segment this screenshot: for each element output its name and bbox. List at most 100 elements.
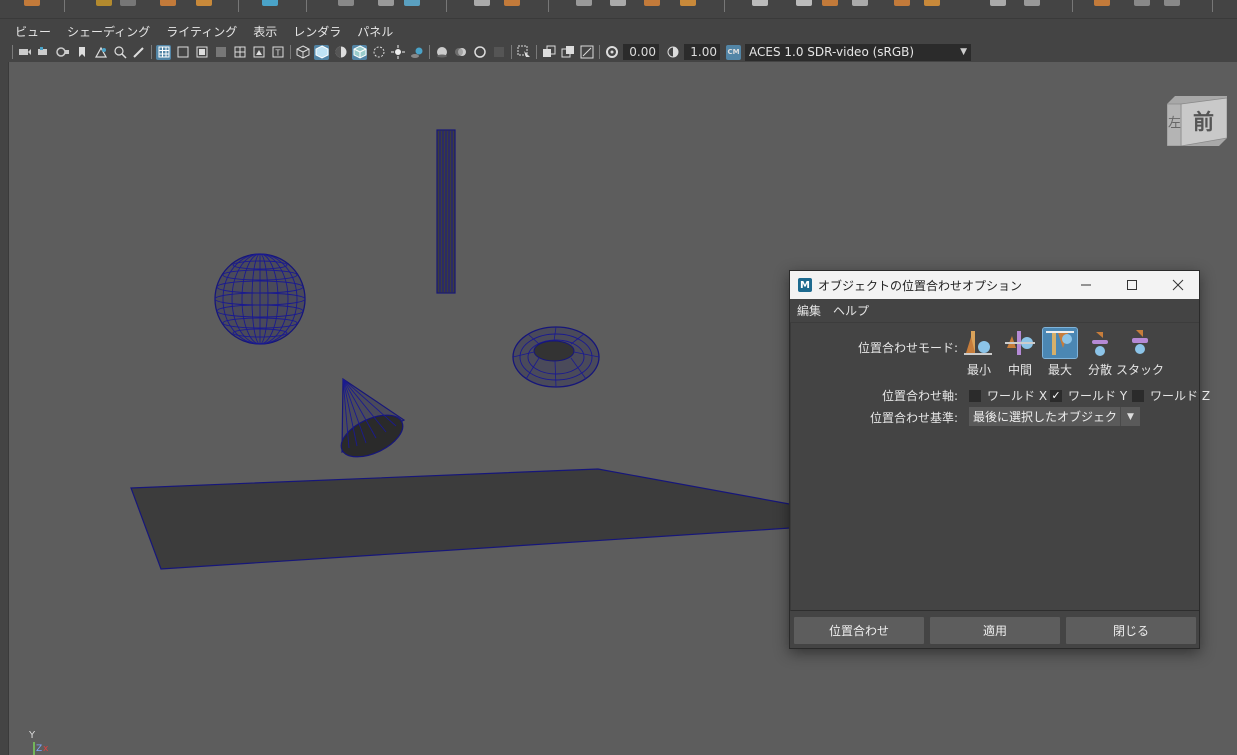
world-z-checkbox-box[interactable]	[1132, 389, 1144, 402]
world-y-checkbox[interactable]: ✓ ワールド Y	[1050, 387, 1127, 404]
shelf-icon[interactable]	[644, 0, 660, 6]
world-x-checkbox-box[interactable]	[969, 389, 981, 402]
shelf-icon[interactable]	[924, 0, 940, 6]
viewcube-left-label[interactable]: 左	[1168, 112, 1181, 131]
gate-mask-icon[interactable]	[213, 45, 228, 60]
shadows-icon[interactable]	[409, 45, 424, 60]
gamma-icon[interactable]	[665, 45, 680, 60]
resolution-gate-icon[interactable]	[194, 45, 209, 60]
camera-attributes-icon[interactable]	[36, 45, 51, 60]
exposure-field[interactable]	[623, 44, 659, 60]
shelf-icon[interactable]	[990, 0, 1006, 6]
use-all-lights-icon[interactable]	[390, 45, 405, 60]
image-plane-icon[interactable]	[93, 45, 108, 60]
exposure-icon[interactable]	[604, 45, 619, 60]
shelf-icon[interactable]	[1024, 0, 1040, 6]
camera-select-icon[interactable]	[17, 45, 32, 60]
bookmark-icon[interactable]	[74, 45, 89, 60]
menu-edit[interactable]: 編集	[797, 302, 821, 319]
smooth-shade-icon[interactable]	[314, 44, 329, 60]
align-mode-stack[interactable]: スタック	[1116, 328, 1164, 378]
shelf-icon[interactable]	[1094, 0, 1110, 6]
screen-space-ao-icon[interactable]	[434, 45, 449, 60]
align-to-dropdown[interactable]: 最後に選択したオブジェクト ▼	[969, 407, 1140, 426]
shelf-icon[interactable]	[262, 0, 278, 6]
color-management-icon[interactable]: CM	[726, 44, 741, 60]
shelf-icon[interactable]	[504, 0, 520, 6]
shelf-icon[interactable]	[96, 0, 112, 6]
close-icon	[1172, 279, 1184, 291]
world-y-checkbox-box[interactable]: ✓	[1050, 389, 1062, 402]
shelf-icon[interactable]	[338, 0, 354, 6]
shelf-separator	[446, 0, 447, 12]
close-button[interactable]	[1155, 271, 1201, 299]
film-gate-icon[interactable]	[175, 45, 190, 60]
dialog-body: 位置合わせモード: 最小 中間 最大 分散 スタック 位置合わせ軸: ワールド …	[790, 323, 1210, 611]
viewcube-front-label[interactable]: 前	[1193, 106, 1214, 136]
align-mode-distribute[interactable]: 分散	[1081, 328, 1119, 378]
top-shelf	[0, 0, 1237, 19]
close-dialog-button[interactable]: 閉じる	[1066, 617, 1196, 644]
menu-panels[interactable]: パネル	[357, 23, 393, 40]
align-mode-min[interactable]: 最小	[960, 328, 998, 378]
world-x-checkbox[interactable]: ワールド X	[969, 387, 1047, 404]
shelf-icon[interactable]	[822, 0, 838, 6]
menu-shading[interactable]: シェーディング	[67, 23, 150, 40]
shelf-icon[interactable]	[752, 0, 768, 6]
shelf-icon[interactable]	[404, 0, 420, 6]
menu-lighting[interactable]: ライティング	[166, 23, 237, 40]
shelf-icon[interactable]	[474, 0, 490, 6]
menu-view[interactable]: ビュー	[15, 23, 51, 40]
shelf-icon[interactable]	[1164, 0, 1180, 6]
shelf-icon[interactable]	[680, 0, 696, 6]
bookmark-camera-icon[interactable]	[55, 45, 70, 60]
grease-pencil-icon[interactable]	[131, 45, 146, 60]
apply-button[interactable]: 適用	[930, 617, 1060, 644]
gamma-field[interactable]	[684, 44, 720, 60]
shelf-icon[interactable]	[24, 0, 40, 6]
shelf-icon[interactable]	[1134, 0, 1150, 6]
align-mid-icon	[1003, 328, 1037, 358]
shelf-icon[interactable]	[610, 0, 626, 6]
shelf-icon[interactable]	[852, 0, 868, 6]
align-min-icon	[962, 328, 996, 358]
maximize-button[interactable]	[1109, 271, 1155, 299]
align-mode-stack-label: スタック	[1116, 363, 1165, 377]
maya-app-icon: M	[798, 278, 812, 292]
shelf-icon[interactable]	[378, 0, 394, 6]
xray-joints-icon[interactable]	[541, 45, 556, 60]
shelf-icon[interactable]	[160, 0, 176, 6]
menu-help[interactable]: ヘルプ	[833, 302, 869, 319]
xray-icon[interactable]	[371, 45, 386, 60]
align-button[interactable]: 位置合わせ	[794, 617, 924, 644]
motion-blur-icon[interactable]	[453, 45, 468, 60]
shelf-icon[interactable]	[120, 0, 136, 6]
menu-renderer[interactable]: レンダラ	[293, 23, 341, 40]
anti-aliasing-icon[interactable]	[472, 45, 487, 60]
isolate-select-icon[interactable]	[516, 45, 531, 60]
backface-culling-icon[interactable]	[579, 45, 594, 60]
shelf-icon[interactable]	[196, 0, 212, 6]
world-z-checkbox[interactable]: ワールド Z	[1132, 387, 1210, 404]
dialog-titlebar[interactable]: M オブジェクトの位置合わせオプション	[790, 271, 1199, 299]
field-chart-icon[interactable]	[232, 45, 247, 60]
shelf-icon[interactable]	[796, 0, 812, 6]
shelf-icon[interactable]	[576, 0, 592, 6]
xray-active-icon[interactable]	[560, 45, 575, 60]
wireframe-on-shaded-icon[interactable]	[352, 44, 367, 60]
view-transform-dropdown[interactable]: ACES 1.0 SDR-video (sRGB) ▼	[745, 43, 971, 61]
shelf-icon[interactable]	[894, 0, 910, 6]
default-material-icon[interactable]	[333, 45, 348, 60]
align-mode-mid[interactable]: 中間	[1001, 328, 1039, 378]
align-mode-max[interactable]: 最大	[1041, 327, 1079, 378]
depth-of-field-icon[interactable]	[491, 45, 506, 60]
view-cube[interactable]: 前 左	[1166, 96, 1228, 147]
align-to-label: 位置合わせ基準:	[869, 411, 958, 425]
safe-action-icon[interactable]	[251, 45, 266, 60]
safe-title-icon[interactable]: T	[270, 45, 285, 60]
menu-show[interactable]: 表示	[253, 23, 277, 40]
wireframe-icon[interactable]	[295, 45, 310, 60]
grid-icon[interactable]	[156, 44, 171, 60]
minimize-button[interactable]	[1063, 271, 1109, 299]
2d-pan-zoom-icon[interactable]	[112, 45, 127, 60]
